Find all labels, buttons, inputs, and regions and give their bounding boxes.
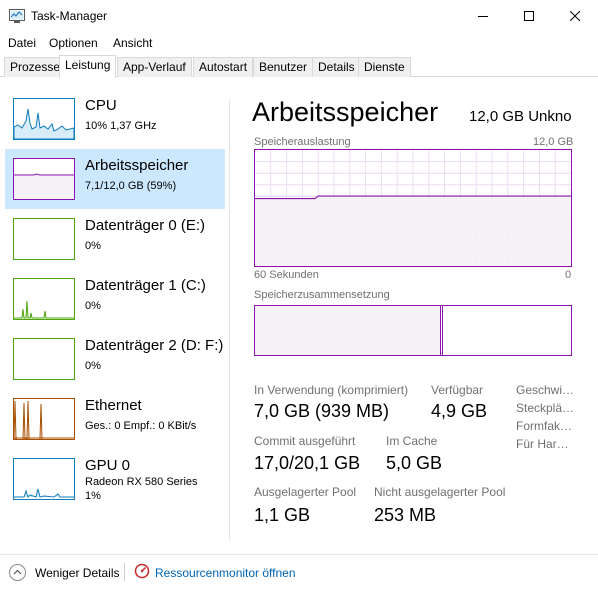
menu-optionen[interactable]: Optionen xyxy=(49,36,98,50)
paged-pool-label: Ausgelagerter Pool xyxy=(254,485,357,499)
page-title: Arbeitsspeicher xyxy=(252,97,439,127)
fewer-details-button[interactable]: Weniger Details xyxy=(35,566,119,580)
in-use-value: 7,0 GB (939 MB) xyxy=(254,401,390,421)
maximize-button[interactable] xyxy=(506,0,552,32)
device-stat: 0% xyxy=(85,360,101,372)
graph-time-axis-left: 60 Sekunden xyxy=(254,269,319,281)
committed-value: 17,0/20,1 GB xyxy=(254,453,361,473)
close-icon xyxy=(570,11,580,21)
available-label: Verfügbar xyxy=(431,383,484,397)
memory-usage-graph xyxy=(254,149,572,267)
device-stat: Radeon RX 580 Series xyxy=(85,476,198,488)
task-manager-icon xyxy=(9,9,25,23)
device-item-cpu[interactable]: CPU 10% 1,37 GHz xyxy=(5,89,225,149)
memory-thumbnail-graph xyxy=(13,158,75,200)
form-factor-label: Formfak… xyxy=(516,419,573,433)
device-stat: 0% xyxy=(85,240,101,252)
gpu-thumbnail-graph xyxy=(13,458,75,500)
device-name: Arbeitsspeicher xyxy=(85,157,189,174)
device-name: Datenträger 2 (D: F:) xyxy=(85,337,224,354)
device-item-gpu[interactable]: GPU 0 Radeon RX 580 Series 1% xyxy=(5,449,225,509)
tab-prozesse[interactable]: Prozesse xyxy=(4,57,67,77)
paged-pool-value: 1,1 GB xyxy=(254,505,311,525)
committed-label: Commit ausgeführt xyxy=(254,434,356,448)
tab-autostart[interactable]: Autostart xyxy=(193,57,254,77)
composition-modified-segment xyxy=(441,306,444,355)
menu-datei[interactable]: Datei xyxy=(8,36,36,50)
ethernet-thumbnail-graph xyxy=(13,398,75,440)
disk-thumbnail-graph xyxy=(13,338,75,380)
device-stat: 0% xyxy=(85,300,101,312)
device-name: GPU 0 xyxy=(85,457,131,474)
composition-in-use-segment xyxy=(255,306,442,355)
usage-graph-max-label: 12,0 GB xyxy=(533,136,574,148)
disk-thumbnail-graph xyxy=(13,218,75,260)
device-name: Datenträger 1 (C:) xyxy=(85,277,206,294)
device-stat: 10% 1,37 GHz xyxy=(85,120,157,132)
tab-details[interactable]: Details xyxy=(312,57,361,77)
maximize-icon xyxy=(524,11,534,21)
graph-time-axis-right: 0 xyxy=(565,269,572,281)
device-stat: Ges.: 0 Empf.: 0 KBit/s xyxy=(85,420,197,432)
cpu-thumbnail-graph xyxy=(13,98,75,140)
device-item-disk-1[interactable]: Datenträger 1 (C:) 0% xyxy=(5,269,225,329)
resource-monitor-link[interactable]: Ressourcenmonitor öffnen xyxy=(155,566,296,580)
device-name: CPU xyxy=(85,97,117,114)
tab-app-verlauf[interactable]: App-Verlauf xyxy=(117,57,192,77)
disk-thumbnail-graph xyxy=(13,278,75,320)
device-list: CPU 10% 1,37 GHz Arbeitsspeicher 7,1/12,… xyxy=(3,85,229,540)
close-button[interactable] xyxy=(552,0,598,32)
cached-label: Im Cache xyxy=(386,434,438,448)
device-name: Datenträger 0 (E:) xyxy=(85,217,206,234)
cached-value: 5,0 GB xyxy=(386,453,443,473)
slots-label: Steckplä… xyxy=(516,401,575,415)
pane-divider xyxy=(229,99,230,541)
device-item-memory[interactable]: Arbeitsspeicher 7,1/12,0 GB (59%) xyxy=(5,149,225,209)
menu-ansicht[interactable]: Ansicht xyxy=(113,36,152,50)
menu-bar: Datei Optionen Ansicht xyxy=(0,33,598,53)
speed-label: Geschwi… xyxy=(516,383,575,397)
memory-capacity: 12,0 GB Unkno xyxy=(469,108,572,125)
in-use-label: In Verwendung (komprimiert) xyxy=(254,383,409,397)
nonpaged-pool-value: 253 MB xyxy=(374,505,437,525)
footer-bar: Weniger Details Ressourcenmonitor öffnen xyxy=(0,554,598,588)
nonpaged-pool-label: Nicht ausgelagerter Pool xyxy=(374,485,506,499)
tab-bar: Prozesse Leistung App-Verlauf Autostart … xyxy=(0,55,598,78)
tab-benutzer[interactable]: Benutzer xyxy=(253,57,314,77)
device-stat: 1% xyxy=(85,490,101,502)
title-bar: Task-Manager xyxy=(0,0,598,32)
resource-monitor-icon[interactable] xyxy=(134,563,150,579)
tab-leistung[interactable]: Leistung xyxy=(59,55,117,78)
usage-graph-label: Speicherauslastung xyxy=(254,136,351,148)
device-name: Ethernet xyxy=(85,397,142,414)
device-stat: 7,1/12,0 GB (59%) xyxy=(85,180,177,192)
device-item-disk-0[interactable]: Datenträger 0 (E:) 0% xyxy=(5,209,225,269)
available-value: 4,9 GB xyxy=(431,401,488,421)
window-title: Task-Manager xyxy=(31,9,108,23)
device-item-disk-2[interactable]: Datenträger 2 (D: F:) 0% xyxy=(5,329,225,389)
minimize-icon xyxy=(478,16,488,17)
footer-separator xyxy=(124,563,125,581)
minimize-button[interactable] xyxy=(460,0,506,32)
chevron-up-circle-icon[interactable] xyxy=(9,564,26,581)
hardware-reserved-label: Für Har… xyxy=(516,437,569,451)
device-item-ethernet[interactable]: Ethernet Ges.: 0 Empf.: 0 KBit/s xyxy=(5,389,225,449)
memory-composition-bar xyxy=(254,305,572,356)
tab-dienste[interactable]: Dienste xyxy=(358,57,411,77)
composition-label: Speicherzusammensetzung xyxy=(254,289,390,301)
